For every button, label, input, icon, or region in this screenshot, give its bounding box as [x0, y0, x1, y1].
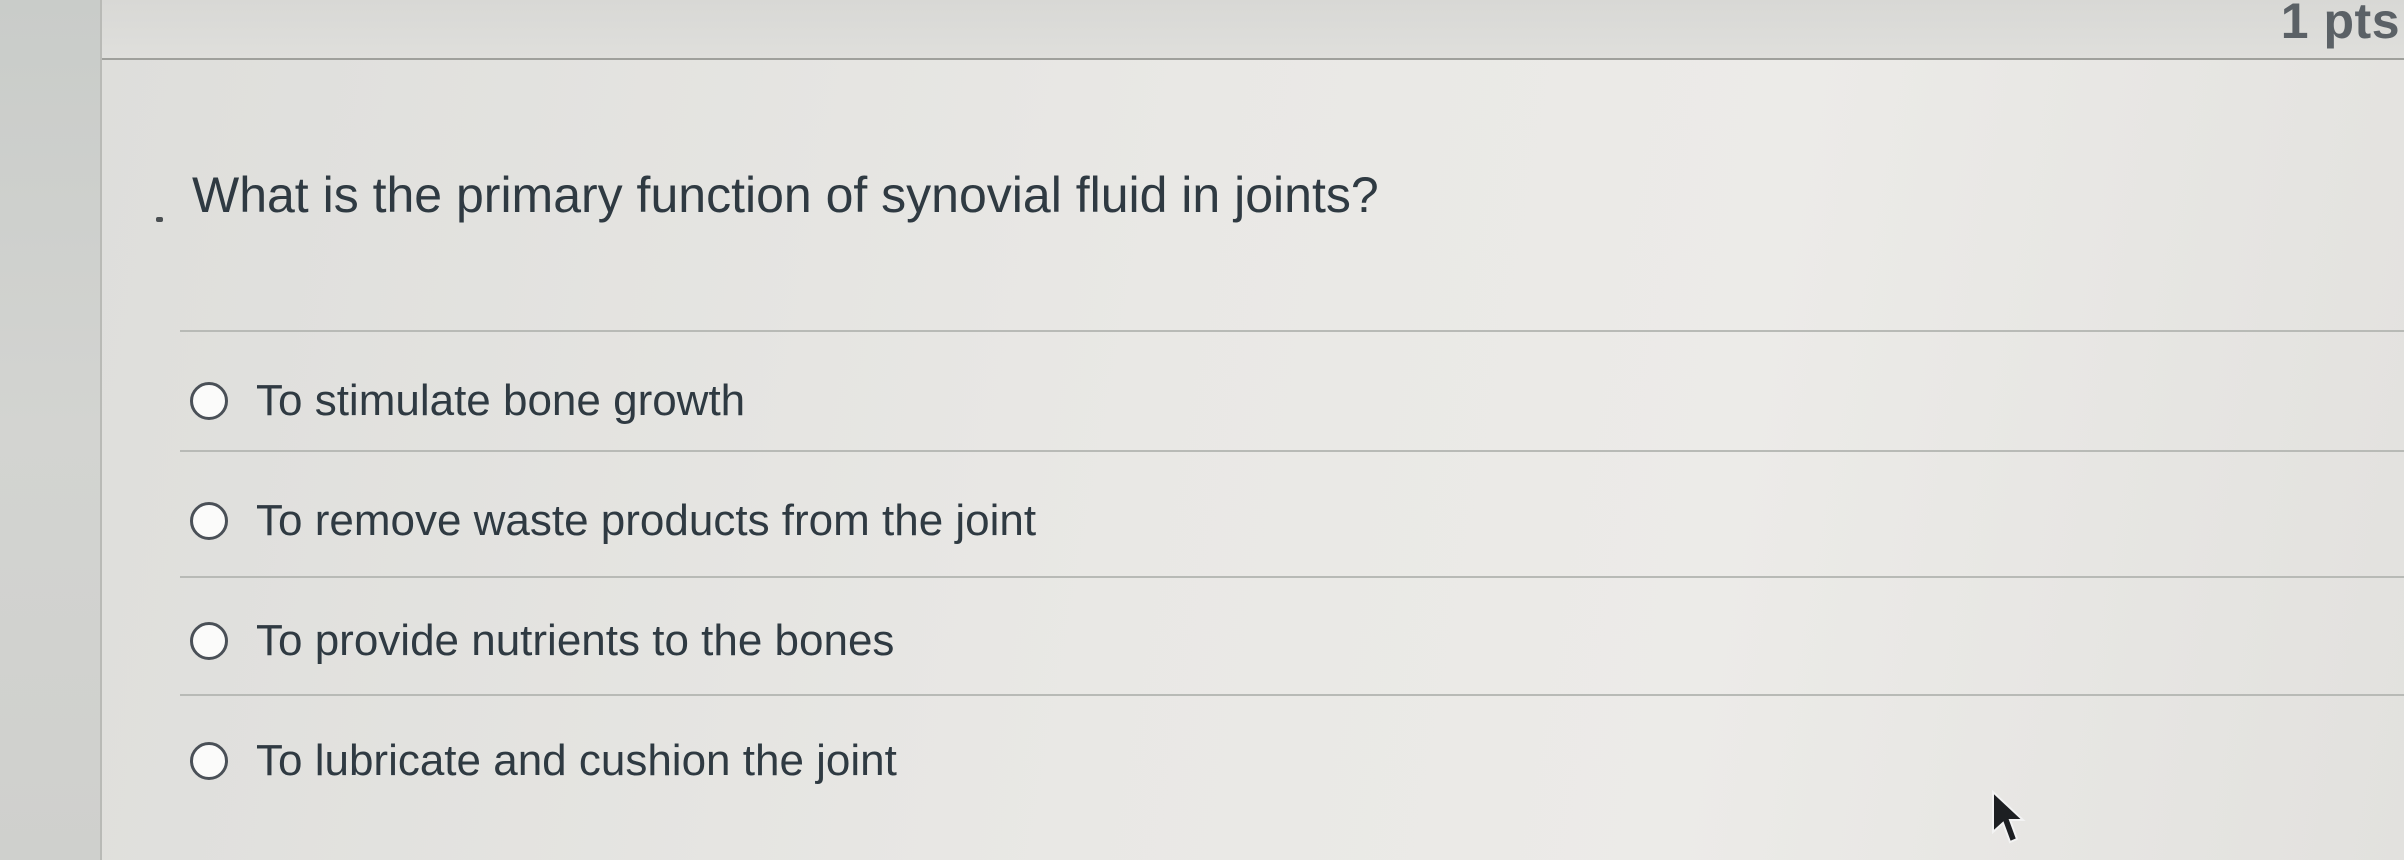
- left-gutter: [0, 0, 100, 860]
- answer-option[interactable]: To stimulate bone growth: [190, 366, 745, 436]
- answer-divider: [180, 330, 2404, 332]
- radio-unselected-icon[interactable]: [190, 382, 228, 420]
- answer-option[interactable]: To provide nutrients to the bones: [190, 606, 894, 676]
- mouse-pointer-icon: [1992, 790, 2026, 844]
- radio-unselected-icon[interactable]: [190, 742, 228, 780]
- answer-label: To remove waste products from the joint: [256, 496, 1037, 545]
- answer-divider: [180, 576, 2404, 578]
- question-header: 1 pts: [102, 0, 2404, 60]
- answer-label: To stimulate bone growth: [256, 376, 746, 425]
- points-label: 1 pts: [2280, 0, 2400, 49]
- radio-unselected-icon[interactable]: [190, 502, 228, 540]
- answer-label: To lubricate and cushion the joint: [256, 736, 897, 785]
- answer-divider: [180, 450, 2404, 452]
- radio-unselected-icon[interactable]: [190, 622, 228, 660]
- answer-divider: [180, 694, 2404, 696]
- question-panel: 1 pts What is the primary function of sy…: [100, 0, 2404, 860]
- answer-label: To provide nutrients to the bones: [256, 616, 895, 665]
- answer-option[interactable]: To lubricate and cushion the joint: [190, 726, 897, 796]
- question-marker: [156, 217, 163, 222]
- question-text: What is the primary function of synovial…: [192, 167, 1379, 223]
- answer-option[interactable]: To remove waste products from the joint: [190, 486, 1036, 556]
